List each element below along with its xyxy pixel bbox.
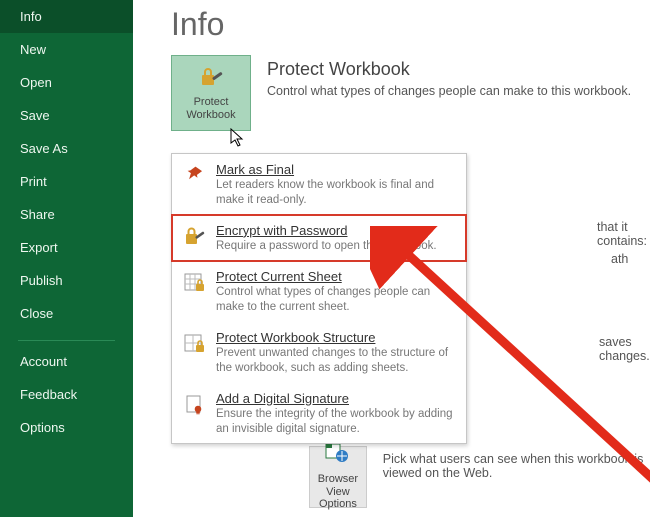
menu-title: Protect Workbook Structure: [216, 330, 456, 345]
menu-item-add-digital-signature[interactable]: Add a Digital Signature Ensure the integ…: [172, 383, 466, 444]
lock-icon: [197, 65, 225, 93]
menu-desc: Ensure the integrity of the workbook by …: [216, 407, 456, 437]
menu-item-protect-current-sheet[interactable]: Protect Current Sheet Control what types…: [172, 261, 466, 322]
protect-workbook-desc: Control what types of changes people can…: [267, 84, 650, 98]
protect-workbook-section: Protect Workbook Protect Workbook Contro…: [171, 55, 650, 131]
protect-workbook-heading: Protect Workbook: [267, 59, 650, 80]
menu-item-encrypt-with-password[interactable]: Encrypt with Password Require a password…: [172, 215, 466, 261]
menu-desc: Control what types of changes people can…: [216, 285, 456, 315]
certificate-icon: [182, 392, 208, 418]
lock-key-icon: [182, 224, 208, 250]
sidebar-item-close[interactable]: Close: [0, 297, 133, 330]
menu-title: Protect Current Sheet: [216, 269, 456, 284]
sidebar-item-publish[interactable]: Publish: [0, 264, 133, 297]
sidebar-item-open[interactable]: Open: [0, 66, 133, 99]
menu-desc: Let readers know the workbook is final a…: [216, 178, 456, 208]
sidebar-item-save[interactable]: Save: [0, 99, 133, 132]
menu-title: Add a Digital Signature: [216, 391, 456, 406]
sidebar-item-export[interactable]: Export: [0, 231, 133, 264]
sidebar-item-print[interactable]: Print: [0, 165, 133, 198]
browser-view-tile-label: Browser View Options: [310, 473, 366, 511]
protect-workbook-tile-label: Protect Workbook: [172, 96, 250, 121]
protect-workbook-menu: Mark as Final Let readers know the workb…: [171, 153, 467, 444]
browser-view-desc: Pick what users can see when this workbo…: [383, 446, 650, 480]
backstage-sidebar: Info New Open Save Save As Print Share E…: [0, 0, 133, 517]
structure-lock-icon: [182, 331, 208, 357]
sidebar-item-info[interactable]: Info: [0, 0, 133, 33]
sidebar-item-feedback[interactable]: Feedback: [0, 378, 133, 411]
sidebar-item-account[interactable]: Account: [0, 345, 133, 378]
page-title: Info: [171, 6, 650, 43]
sidebar-divider: [18, 340, 115, 341]
menu-title: Encrypt with Password: [216, 223, 456, 238]
contains-text-b: ath: [611, 252, 647, 266]
sidebar-item-new[interactable]: New: [0, 33, 133, 66]
protect-workbook-tile[interactable]: Protect Workbook: [171, 55, 251, 131]
sidebar-item-share[interactable]: Share: [0, 198, 133, 231]
globe-sheet-icon: [325, 443, 351, 469]
menu-item-protect-workbook-structure[interactable]: Protect Workbook Structure Prevent unwan…: [172, 322, 466, 383]
menu-desc: Require a password to open this workbook…: [216, 239, 456, 254]
browser-view-section: Browser View Options Pick what users can…: [309, 446, 650, 508]
menu-title: Mark as Final: [216, 162, 456, 177]
sheet-lock-icon: [182, 270, 208, 296]
menu-desc: Prevent unwanted changes to the structur…: [216, 346, 456, 376]
menu-item-mark-as-final[interactable]: Mark as Final Let readers know the workb…: [172, 154, 466, 215]
sidebar-item-options[interactable]: Options: [0, 411, 133, 444]
saves-changes-text: saves changes.: [599, 335, 650, 363]
contains-text-a: that it contains:: [597, 220, 647, 248]
sidebar-item-save-as[interactable]: Save As: [0, 132, 133, 165]
pushpin-icon: [182, 163, 208, 189]
browser-view-tile[interactable]: Browser View Options: [309, 446, 367, 508]
